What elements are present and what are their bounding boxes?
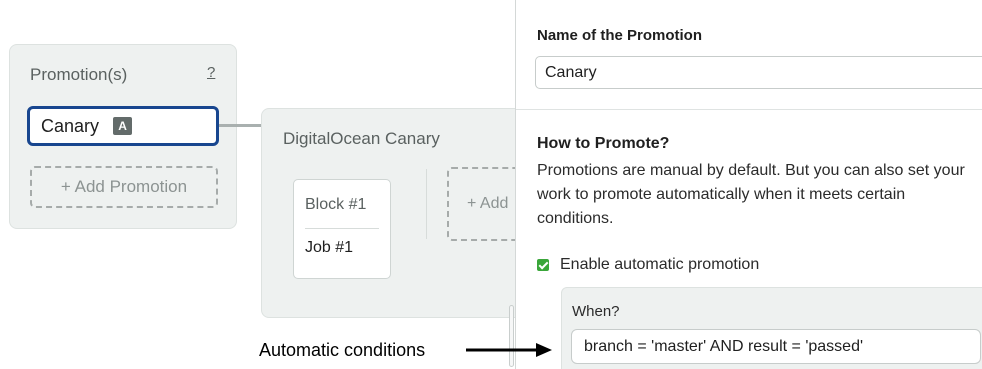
block-divider [305,228,379,229]
auto-promotion-badge-icon: A [113,117,133,135]
promotion-item-label: Canary [41,115,100,136]
add-promotion-button[interactable]: + Add Promotion [30,166,218,208]
block-card[interactable]: Block #1 Job #1 [293,179,391,279]
annotation-label: Automatic conditions [259,340,426,360]
how-to-promote-description: Promotions are manual by default. But yo… [537,162,965,227]
when-conditions-box: When? [561,287,982,369]
promotions-panel: Promotion(s) ? Canary A + Add Promotion [9,44,237,229]
auto-promotion-checkbox-label[interactable]: Enable automatic promotion [560,256,759,274]
workflow-editor: Promotion(s) ? Canary A + Add Promotion … [0,0,982,369]
how-to-promote-title: How to Promote? [537,135,670,152]
promotion-settings-panel: Name of the Promotion How to Promote? Pr… [515,0,982,369]
promotion-item-canary[interactable]: Canary A [27,106,219,146]
pipeline-title: DigitalOcean Canary [283,129,440,148]
promotion-connector-line [219,124,262,127]
promotion-name-input[interactable] [535,56,982,89]
promotions-title: Promotion(s) [30,65,128,84]
add-block-label: + Add [467,195,509,212]
promotions-help-link[interactable]: ? [207,64,215,81]
conditions-input[interactable] [571,329,981,364]
section-divider [516,109,982,110]
when-label: When? [572,303,620,320]
pipeline-separator [426,169,427,239]
block-name: Block #1 [305,196,367,213]
auto-promotion-checkbox[interactable] [537,259,549,271]
right-arrow-icon [466,343,552,357]
promotion-name-label: Name of the Promotion [537,27,703,44]
job-name: Job #1 [305,239,354,256]
